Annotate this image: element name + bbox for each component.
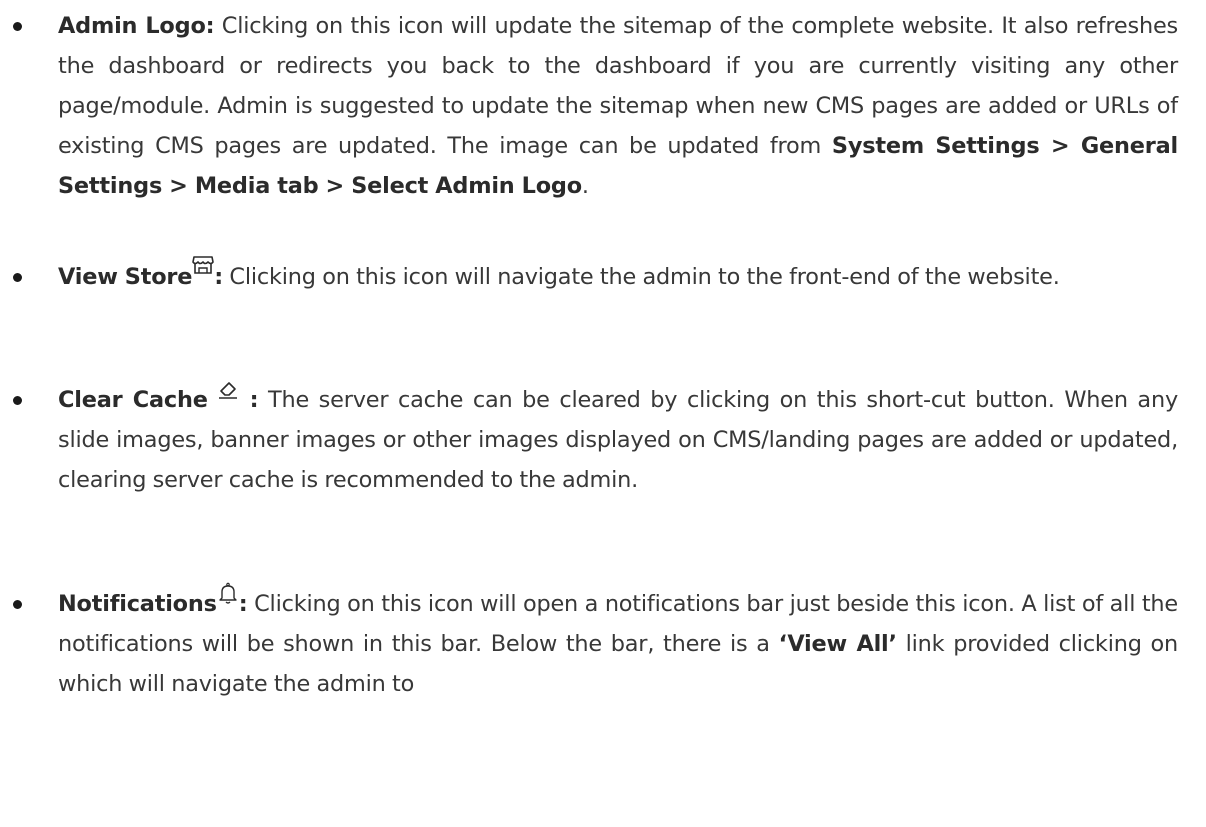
item-label-suffix: : bbox=[239, 387, 259, 413]
bullet bbox=[13, 396, 22, 405]
item-text: Clicking on this icon will navigate the … bbox=[222, 264, 1060, 290]
list-item-notifications: Notifications: Clicking on this icon wil… bbox=[0, 582, 1206, 704]
item-label: View Store bbox=[58, 264, 193, 290]
item-label-suffix: : bbox=[238, 591, 248, 617]
item-label: Notifications bbox=[58, 591, 217, 617]
item-label: Admin Logo: bbox=[58, 13, 215, 39]
bell-icon bbox=[217, 582, 239, 606]
item-label-suffix: : bbox=[214, 264, 223, 290]
bullet bbox=[13, 600, 22, 609]
bullet bbox=[13, 22, 22, 31]
bullet bbox=[13, 273, 22, 282]
item-text-end: . bbox=[581, 173, 589, 199]
list-item-view-store: View Store: Clicking on this icon will n… bbox=[0, 255, 1206, 297]
item-text: The server cache can be cleared by click… bbox=[58, 387, 1178, 493]
list-item-admin-logo: Admin Logo: Clicking on this icon will u… bbox=[0, 6, 1206, 206]
store-icon bbox=[192, 255, 215, 275]
list-item-clear-cache: Clear Cache : The server cache can be cl… bbox=[0, 380, 1206, 500]
eraser-icon bbox=[217, 378, 239, 400]
view-all-link-text: ‘View All’ bbox=[778, 631, 897, 657]
item-label: Clear Cache bbox=[58, 387, 208, 413]
